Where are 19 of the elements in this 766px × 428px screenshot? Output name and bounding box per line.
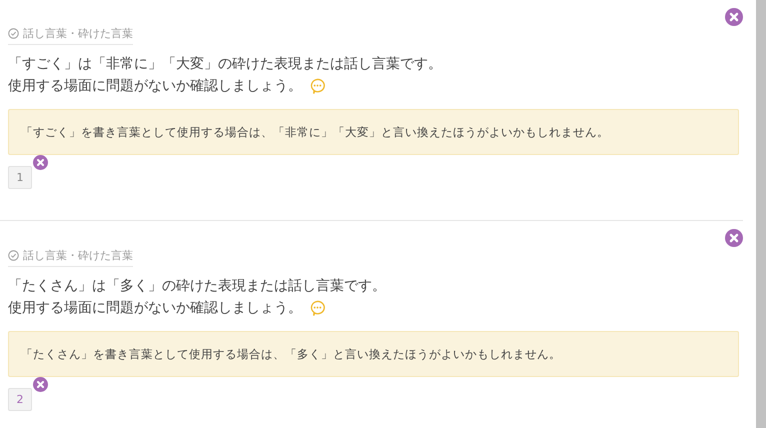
suggestion-box: 「すごく」を書き言葉として使用する場合は、「非常に」「大変」と言い換えたほうがよいかもしれません。: [8, 109, 739, 155]
message-text: 使用する場面に問題がないか確認しましょう。: [8, 77, 302, 96]
number-tag[interactable]: 2: [8, 388, 32, 411]
scrollbar[interactable]: [756, 0, 766, 428]
close-icon: [725, 229, 743, 247]
category-label: 話し言葉・砕けた言葉: [23, 248, 133, 263]
check-circle-icon: [8, 250, 19, 261]
check-circle-icon: [8, 28, 19, 39]
message-text: 「たくさん」は「多く」の砕けた表現または話し言葉です。: [8, 277, 386, 296]
close-button[interactable]: [725, 8, 743, 26]
message-text: 「すごく」は「非常に」「大変」の砕けた表現または話し言葉です。: [8, 55, 442, 74]
remove-icon[interactable]: [33, 155, 48, 170]
close-button[interactable]: [725, 229, 743, 247]
message-text: 使用する場面に問題がないか確認しましょう。: [8, 299, 302, 318]
close-icon: [725, 8, 743, 26]
suggestion-box: 「たくさん」を書き言葉として使用する場合は、「多く」と言い換えたほうがよいかもしれません。: [8, 331, 739, 377]
category-label: 話し言葉・砕けた言葉: [23, 26, 133, 41]
remove-icon[interactable]: [33, 377, 48, 392]
number-tag[interactable]: 1: [8, 166, 32, 189]
